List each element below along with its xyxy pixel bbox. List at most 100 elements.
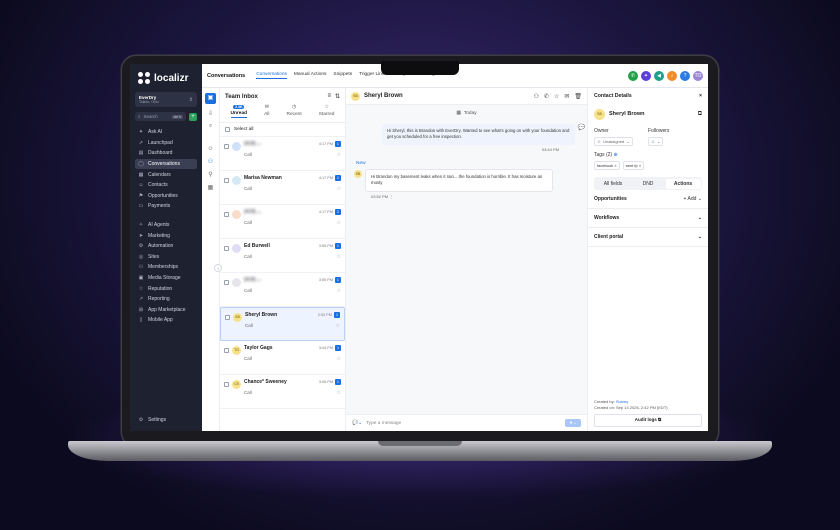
star-icon[interactable]: ☆ (337, 390, 341, 396)
external-link-icon[interactable]: ⧉ (698, 111, 702, 118)
assign-icon[interactable]: ⚇ (534, 93, 539, 100)
person-icon[interactable]: ☺ (207, 146, 213, 152)
conversation-item[interactable]: Ed Burwell 3:55 PM 1 Call ☆ (220, 239, 345, 273)
sidebar-item-reporting[interactable]: ↗ Reporting (135, 294, 197, 305)
tab-snippets[interactable]: Snippets (333, 72, 352, 79)
calendar-icon[interactable]: ▦ (208, 184, 214, 191)
help-icon[interactable]: ? (680, 70, 690, 81)
conversation-checkbox[interactable] (225, 315, 230, 320)
filter-starred[interactable]: ☆ Starred (319, 105, 335, 118)
conversation-checkbox[interactable] (224, 212, 229, 217)
audit-logs-button[interactable]: Audit logs ⧉ (594, 414, 702, 427)
close-icon[interactable]: × (699, 93, 702, 99)
star-icon[interactable]: ☆ (337, 254, 341, 260)
created-by-link[interactable]: Survey (616, 399, 628, 404)
sidebar-item-sites[interactable]: ◎ Sites (135, 252, 197, 263)
opportunities-section[interactable]: Opportunities + Add ⌄ (588, 190, 708, 209)
trash-icon[interactable]: 🗑 (574, 93, 582, 100)
user-avatar[interactable]: TO (693, 70, 703, 81)
call-icon[interactable]: ✆ (544, 93, 549, 100)
select-all-checkbox[interactable] (225, 127, 230, 132)
sidebar-item-contacts[interactable]: ☺ Contacts (135, 180, 197, 191)
hierarchy-icon[interactable]: ⚲ (208, 171, 212, 178)
send-button[interactable]: ➤⌄ (565, 419, 581, 427)
account-switcher[interactable]: EverDry Toledo, Ohio ⇕ (135, 92, 197, 107)
tag-chip[interactable]: facebook × (594, 161, 620, 170)
star-icon[interactable]: ☆ (336, 323, 340, 329)
star-icon[interactable]: ☆ (337, 288, 341, 294)
filter-icon[interactable]: ≡ (327, 93, 331, 100)
sidebar-item-conversations[interactable]: ◯ Conversations (135, 158, 197, 170)
contact-tab-dnd[interactable]: DND (631, 179, 666, 189)
star-icon[interactable]: ☆ (337, 186, 341, 192)
message-input[interactable]: Type a message (366, 421, 401, 426)
filter-label: Recent (286, 112, 302, 117)
sidebar-item-memberships[interactable]: ⚇ Memberships (135, 262, 197, 273)
message-thread: ▦ Today Hi Sheryl, this is Brandon with … (346, 105, 587, 414)
sidebar-item-automation[interactable]: ⚙ Automation (135, 241, 197, 252)
channel-select-icon[interactable]: 💬⌄ (352, 421, 362, 426)
mail-icon[interactable]: ✉ (564, 93, 569, 100)
star-icon[interactable]: ☆ (337, 356, 341, 362)
tag-chip[interactable]: sent fp × (622, 161, 645, 170)
sort-icon[interactable]: ⇅ (335, 93, 340, 100)
filter-unread[interactable]: 2.3K Unread (230, 105, 248, 118)
sidebar-item-app-marketplace[interactable]: ⊞ App Marketplace (135, 305, 197, 316)
owner-select[interactable]: ☺ Unassigned ⌄ (594, 137, 633, 146)
star-icon[interactable]: ☆ (554, 93, 559, 100)
sidebar-item-mobile-app[interactable]: ▯ Mobile App (135, 315, 197, 326)
phone-icon[interactable]: ✆ (628, 70, 638, 81)
conversation-item[interactable]: (419) ... 4:17 PM 2 Call ☆ (220, 205, 345, 239)
search-icon[interactable]: ⌕ (209, 123, 212, 130)
conversation-checkbox[interactable] (224, 280, 229, 285)
sidebar-item-payments[interactable]: ▭ Payments (135, 201, 197, 212)
sidebar-item-marketing[interactable]: ➤ Marketing (135, 230, 197, 241)
conversation-item[interactable]: (419) ... 4:17 PM 1 Call ☆ (220, 137, 345, 171)
inbox-tray-icon[interactable]: ⇩ (208, 110, 213, 117)
sidebar-item-calendars[interactable]: ▦ Calendars (135, 169, 197, 180)
conversation-checkbox[interactable] (224, 348, 229, 353)
conversation-checkbox[interactable] (224, 382, 229, 387)
filter-recent[interactable]: ◷ Recent (286, 105, 301, 118)
conversation-item[interactable]: (419) ... 3:55 PM 1 Call ☆ (220, 273, 345, 307)
megaphone-icon[interactable]: ◀ (654, 70, 664, 81)
filter-all[interactable]: ✉ All (264, 105, 269, 118)
contact-tab-all-fields[interactable]: All fields (596, 179, 631, 189)
workflows-section[interactable]: Workflows ⌄ (588, 209, 708, 228)
bell-icon[interactable]: ♪ (667, 70, 677, 81)
followers-select[interactable]: ☺ ⌄ (648, 137, 664, 146)
sidebar-item-launchpad[interactable]: ➚ Launchpad (135, 138, 197, 149)
add-tag-icon[interactable]: ⊕ (613, 152, 617, 158)
sidebar-item-reputation[interactable]: ☆ Reputation (135, 283, 197, 294)
conversation-checkbox[interactable] (224, 178, 229, 183)
brand-logo[interactable]: localizr (135, 70, 197, 92)
chat-bubble-icon[interactable]: ▣ (205, 93, 216, 104)
sidebar-item-opportunities[interactable]: ⚑ Opportunities (135, 191, 197, 202)
conversation-checkbox[interactable] (224, 144, 229, 149)
add-opportunity-button[interactable]: + Add ⌄ (683, 196, 702, 202)
sidebar-item-media-storage[interactable]: ▣ Media Storage (135, 273, 197, 284)
conversation-item[interactable]: CS Chance* Sweeney 3:06 PM 1 Call ☆ (220, 375, 345, 409)
sidebar-search[interactable]: ⌕ Search ctrl K (135, 112, 186, 121)
quick-add-button[interactable]: + (189, 112, 197, 121)
tags-count: Tags (2) (594, 152, 613, 158)
select-all-row[interactable]: Select all (220, 123, 345, 137)
sidebar-item-ask-ai[interactable]: ✦ Ask AI (135, 127, 197, 138)
contact-tab-actions[interactable]: Actions (665, 178, 701, 189)
team-icon[interactable]: ⚇ (208, 158, 213, 165)
tab-manual-actions[interactable]: Manual Actions (294, 72, 327, 79)
more-icon[interactable]: ⋮ (389, 194, 393, 199)
message-composer[interactable]: 💬⌄ Type a message ➤⌄ (346, 414, 587, 431)
sidebar-item-dashboard[interactable]: ▤ Dashboard (135, 148, 197, 159)
conversation-item[interactable]: TG Taylor Gags 3:44 PM 1 Call ☆ (220, 341, 345, 375)
client-portal-section[interactable]: Client portal ⌄ (588, 228, 708, 247)
ai-sparkle-icon[interactable]: ✦ (641, 70, 651, 81)
tab-conversations[interactable]: Conversations (256, 72, 287, 79)
star-icon[interactable]: ☆ (337, 220, 341, 226)
conversation-item[interactable]: Marisa Newman 4:17 PM 1 Call ☆ (220, 171, 345, 205)
star-icon[interactable]: ☆ (337, 152, 341, 158)
conversation-item[interactable]: SB Sheryl Brown 2:52 PM 1 Call ☆ (220, 307, 345, 341)
sidebar-item-ai-agents[interactable]: ✧ AI Agents (135, 220, 197, 231)
sidebar-item-settings[interactable]: ⚙ Settings (135, 414, 197, 425)
conversation-checkbox[interactable] (224, 246, 229, 251)
